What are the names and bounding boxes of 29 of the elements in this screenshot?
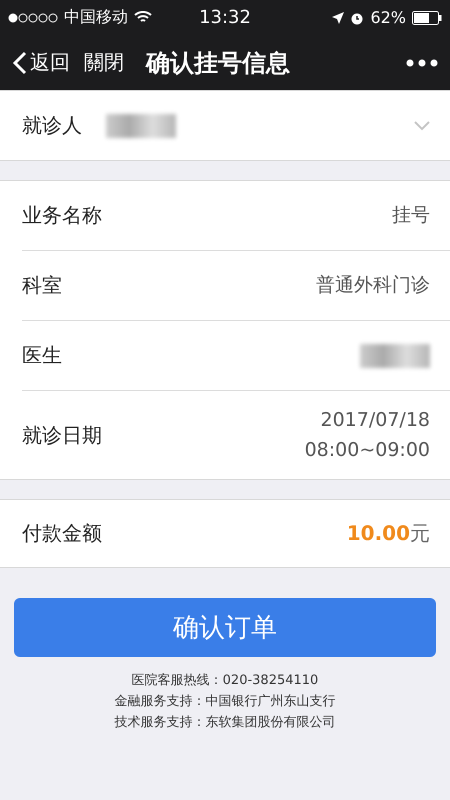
back-button[interactable]: 返回	[12, 49, 70, 76]
signal-icon	[8, 12, 58, 22]
wifi-icon	[134, 11, 152, 24]
more-icon[interactable]	[406, 58, 438, 66]
field-label: 医生	[22, 342, 62, 369]
footer-text: 金融服务支持：中国银行广州东山支行	[114, 693, 336, 710]
clock-time: 13:32	[199, 7, 251, 28]
battery-percent: 62%	[370, 8, 406, 27]
field-label: 科室	[22, 272, 62, 299]
location-arrow-icon	[332, 12, 344, 24]
redacted-text	[360, 344, 430, 368]
page-title: 确认挂号信息	[146, 48, 291, 78]
field-label: 付款金额	[22, 520, 102, 547]
chevron-left-icon	[12, 50, 28, 74]
carrier-name: 中国移动	[64, 7, 128, 28]
field-value: 2017/07/18 08:00~09:00	[304, 408, 430, 463]
footer-text: 技术服务支持：东软集团股份有限公司	[114, 714, 336, 731]
field-label: 业务名称	[22, 202, 102, 229]
field-value: 挂号	[392, 203, 430, 228]
battery-icon	[412, 10, 442, 24]
alarm-clock-icon	[350, 10, 364, 24]
payment-amount: 10.00元	[346, 520, 430, 547]
footer-text: 医院客服热线：020-38254110	[132, 672, 318, 689]
field-label: 就诊人	[22, 112, 82, 139]
field-value: 普通外科门诊	[316, 273, 430, 298]
field-label: 就诊日期	[22, 422, 102, 448]
close-button[interactable]: 關閉	[84, 49, 124, 76]
confirm-order-button[interactable]: 确认订单	[14, 598, 436, 657]
redacted-text	[106, 114, 176, 138]
